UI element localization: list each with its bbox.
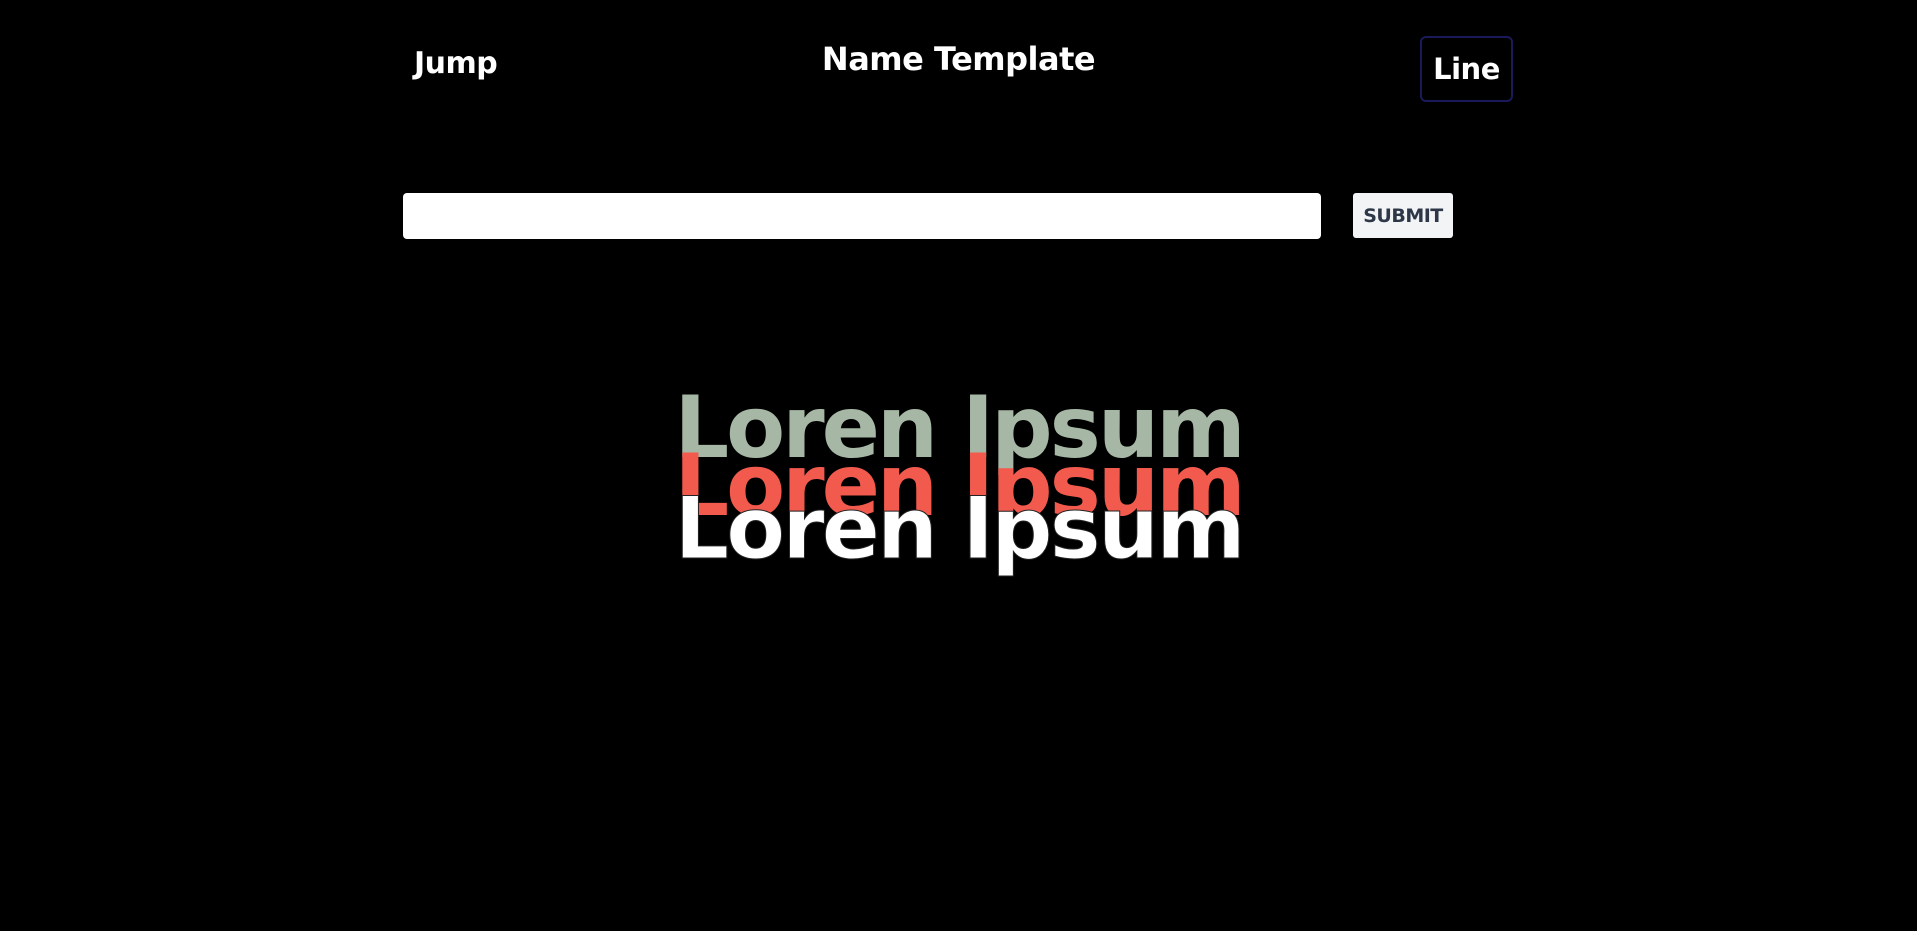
name-input[interactable] (403, 193, 1321, 239)
display-text-layer-3: Loren Ipsum (674, 479, 1246, 579)
submit-button[interactable]: SUBMIT (1353, 193, 1453, 238)
page-title: Name Template (821, 40, 1096, 78)
line-button[interactable]: Line (1420, 36, 1513, 102)
submit-button-label: SUBMIT (1363, 204, 1443, 227)
line-button-label: Line (1433, 52, 1500, 86)
